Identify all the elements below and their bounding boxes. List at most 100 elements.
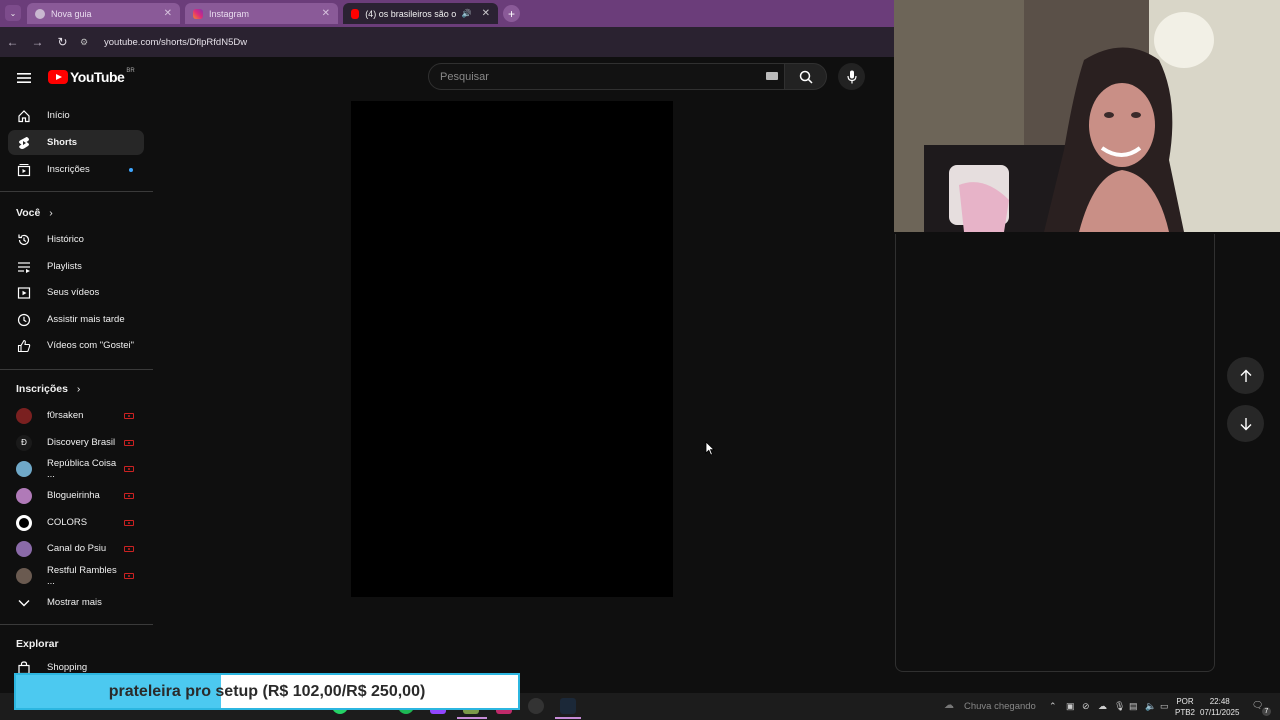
next-short-button[interactable] [1227, 405, 1264, 442]
like-icon [16, 338, 32, 354]
sidebar-item-label: Mostrar mais [47, 597, 102, 608]
logo-text: YouTube [70, 69, 125, 85]
search-icon [799, 70, 813, 84]
channel-name: República Coisa ... [47, 457, 117, 480]
chevron-down-icon [16, 595, 32, 611]
keyboard-icon[interactable] [766, 72, 778, 80]
tab-list-dropdown[interactable]: ⌄ [5, 5, 21, 21]
channel-name: f0rsaken [47, 410, 84, 421]
browser-tab-strip: ⌄ Nova guia ✕ Instagram ✕ (4) os brasile… [0, 0, 894, 27]
history-icon [16, 232, 32, 248]
tab-youtube[interactable]: (4) os brasileiros são os me 🔊 ✕ [343, 3, 498, 24]
sidebar-item-label: Início [47, 110, 70, 121]
close-icon[interactable]: ✕ [482, 8, 490, 19]
tab-instagram[interactable]: Instagram ✕ [185, 3, 338, 24]
previous-short-button[interactable] [1227, 357, 1264, 394]
channel-avatar [16, 540, 32, 557]
sidebar-item-videos-gostei[interactable]: Vídeos com "Gostei" [8, 333, 144, 358]
watch-later-icon [16, 312, 32, 328]
language-indicator[interactable]: POR PTB2 [1175, 696, 1195, 718]
app-icon[interactable] [528, 698, 544, 714]
url-text: youtube.com/shorts/DflpRfdN5Dw [104, 36, 248, 48]
subscriptions-section-header[interactable]: Inscrições › [16, 383, 80, 395]
clock-date: 07/11/2025 [1200, 708, 1240, 717]
live-icon [124, 465, 134, 472]
channel-avatar [16, 514, 32, 531]
sidebar-channel-colors[interactable]: COLORS [8, 510, 144, 535]
chevron-up-icon[interactable]: ⌃ [1049, 701, 1057, 712]
globe-icon [35, 8, 45, 19]
channel-avatar [16, 567, 32, 584]
tab-title: Instagram [209, 8, 250, 19]
you-section-header[interactable]: Você › [16, 207, 53, 219]
voice-search-button[interactable] [838, 63, 865, 90]
speaker-icon[interactable]: 🔈 [1145, 701, 1156, 712]
channel-name: Canal do Psiu [47, 543, 107, 554]
show-more-button[interactable]: Mostrar mais [8, 590, 144, 615]
browser-toolbar: ← → ↻ ⚙ youtube.com/shorts/DflpRfdN5Dw [0, 27, 894, 57]
new-tab-button[interactable]: + [503, 5, 520, 22]
live-icon [124, 492, 134, 499]
live-icon [124, 519, 134, 526]
chevron-right-icon: › [49, 207, 53, 219]
back-button[interactable]: ← [0, 35, 25, 49]
arrow-down-icon [1240, 417, 1251, 430]
sidebar-channel-discovery-brasil[interactable]: Ð Discovery Brasil [8, 430, 144, 455]
weather-icon: ☁ [944, 700, 954, 711]
instagram-icon [193, 8, 203, 19]
weather-text[interactable]: Chuva chegando [964, 701, 1036, 712]
speaker-icon[interactable]: 🔊 [462, 9, 472, 18]
sidebar-item-shorts[interactable]: Shorts [8, 130, 144, 155]
channel-avatar [16, 460, 32, 477]
sidebar-channel-republica-coisa[interactable]: República Coisa ... [8, 456, 144, 481]
search-button[interactable] [785, 63, 827, 90]
clock-time: 22:48 [1209, 697, 1230, 706]
sidebar-item-assistir-mais-tarde[interactable]: Assistir mais tarde [8, 307, 144, 332]
donation-goal-banner: prateleira pro setup (R$ 102,00/R$ 250,0… [14, 673, 520, 710]
sidebar-item-seus-videos[interactable]: Seus vídeos [8, 280, 144, 305]
sidebar-item-label: Seus vídeos [47, 287, 100, 298]
close-icon[interactable]: ✕ [164, 8, 172, 19]
sidebar-item-historico[interactable]: Histórico [8, 227, 144, 252]
sidebar-channel-restful-rambles[interactable]: Restful Rambles ... [8, 563, 144, 588]
search-input[interactable] [428, 63, 785, 90]
sidebar-channel-canal-do-psiu[interactable]: Canal do Psiu [8, 536, 144, 561]
tray-app-icon[interactable]: ▣ [1066, 701, 1075, 712]
tab-nova-guia[interactable]: Nova guia ✕ [27, 3, 180, 24]
sidebar-item-inicio[interactable]: Início [8, 103, 144, 128]
shorts-video-player[interactable] [351, 101, 673, 597]
clock[interactable]: 22:48 07/11/2025 [1200, 696, 1239, 718]
tray-app-icon[interactable]: ☁ [1098, 701, 1107, 712]
address-bar[interactable]: ⚙ youtube.com/shorts/DflpRfdN5Dw [80, 31, 888, 53]
sidebar-channel-f0rsaken[interactable]: f0rsaken [8, 403, 144, 428]
sidebar-item-label: Assistir mais tarde [47, 314, 125, 325]
microphone-icon[interactable]: 🎙 [1114, 701, 1125, 712]
sidebar-item-label: Histórico [47, 234, 84, 245]
tray-app-icon[interactable]: ⊘ [1082, 701, 1090, 712]
youtube-logo[interactable]: YouTube BR [48, 68, 135, 85]
sidebar: Início Shorts Inscrições Você › Históric… [0, 99, 155, 699]
sidebar-item-inscricoes[interactable]: Inscrições [8, 157, 144, 182]
reload-button[interactable]: ↻ [50, 35, 75, 49]
steam-icon[interactable] [560, 698, 576, 714]
sidebar-channel-blogueirinha[interactable]: Blogueirinha [8, 483, 144, 508]
menu-button[interactable] [17, 71, 31, 83]
network-icon[interactable]: ▭ [1160, 701, 1169, 712]
chevron-right-icon: › [76, 383, 81, 395]
sidebar-item-label: Shorts [47, 137, 78, 148]
site-info-icon[interactable]: ⚙ [80, 37, 96, 48]
channel-name: COLORS [47, 517, 88, 528]
shorts-icon [16, 135, 32, 151]
sidebar-divider [0, 624, 153, 625]
section-title: Inscrições [16, 383, 68, 395]
channel-avatar: Ð [16, 434, 32, 451]
chevron-down-icon: ⌄ [9, 8, 17, 18]
subscriptions-icon [16, 162, 32, 178]
explore-section-header: Explorar [16, 638, 59, 650]
live-icon [124, 412, 134, 419]
close-icon[interactable]: ✕ [322, 8, 330, 19]
tray-app-icon[interactable]: ▤ [1129, 701, 1138, 712]
sidebar-item-playlists[interactable]: Playlists [8, 254, 144, 279]
forward-button[interactable]: → [25, 35, 50, 49]
sidebar-divider [0, 191, 153, 192]
